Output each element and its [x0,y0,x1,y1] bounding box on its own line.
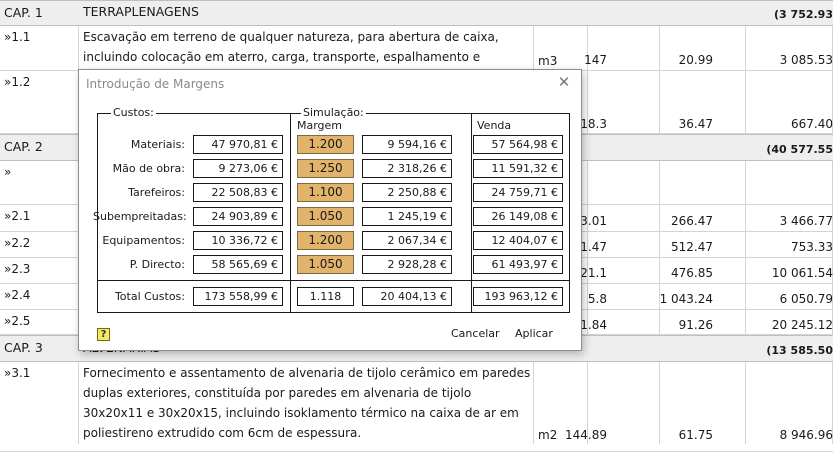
venda-field-p-directo[interactable]: 61 493,97 € [473,255,563,274]
row-total: 3 466.77 [779,214,833,228]
row-code: CAP. 1 [4,5,43,20]
row-code: »1.2 [4,75,31,89]
row-price: 1 043.24 [659,292,713,306]
custo-field-p-directo[interactable]: 58 565,69 € [193,255,283,274]
custo-field-equipamentos[interactable]: 10 336,72 € [193,231,283,250]
row-label-mao-de-obra: Mão de obra: [112,162,185,175]
row-unit: m3 [538,54,558,68]
row-price: 91.26 [678,318,713,332]
margin-input-equipamentos[interactable]: 1.200 [297,231,354,250]
total-label: Total Custos: [114,290,185,303]
row-total: (3 752.93 [774,8,833,21]
row-price: 512.47 [671,240,713,254]
row-label-tarefeiros: Tarefeiros: [128,186,185,199]
sim-field-subempreitadas[interactable]: 1 245,19 € [362,207,452,226]
margin-input-materiais[interactable]: 1.200 [297,135,354,154]
row-quantity: 144.89 [565,428,607,442]
custo-field-materiais[interactable]: 47 970,81 € [193,135,283,154]
row-quantity: 21.1 [580,266,607,280]
venda-field-equipamentos[interactable]: 12 404,07 € [473,231,563,250]
panel-divider [290,114,291,312]
row-code: »2.5 [4,314,31,328]
row-code: »2.1 [4,209,31,223]
sim-field-equipamentos[interactable]: 2 067,34 € [362,231,452,250]
row-total: 667.40 [791,117,833,131]
row-quantity: 18.3 [580,117,607,131]
custos-group-line [289,113,295,114]
margin-input-p-directo[interactable]: 1.050 [297,255,354,274]
margin-input-mao-de-obra[interactable]: 1.250 [297,159,354,178]
row-total: (40 577.55 [766,143,833,156]
row-total: 6 050.79 [779,292,833,306]
close-icon[interactable]: ✕ [555,73,573,91]
panel-divider [98,280,569,281]
row-code: CAP. 3 [4,340,43,355]
row-code: »2.2 [4,236,31,250]
panel-divider [471,114,472,312]
row-description: Fornecimento e assentamento de alvenaria… [83,366,531,440]
custo-field-tarefeiros[interactable]: 22 508,83 € [193,183,283,202]
total-sim-field: 20 404,13 € [362,287,452,306]
row-total: 3 085.53 [779,53,833,67]
venda-label: Venda [475,119,514,132]
custo-field-mao-de-obra[interactable]: 9 273,06 € [193,159,283,178]
row-description: TERRAPLENAGENS [83,4,199,19]
total-venda-field: 193 963,12 € [473,287,563,306]
row-total: (13 585.50 [766,344,833,357]
total-margin-field: 1.118 [297,287,354,306]
sim-field-p-directo[interactable]: 2 928,28 € [362,255,452,274]
chapter-row[interactable]: CAP. 1 TERRAPLENAGENS (3 752.93 [0,0,833,26]
cancel-button[interactable]: Cancelar [451,327,500,340]
row-code: »2.3 [4,262,31,276]
row-price: 476.85 [671,266,713,280]
venda-field-subempreitadas[interactable]: 26 149,08 € [473,207,563,226]
margin-input-subempreitadas[interactable]: 1.050 [297,207,354,226]
venda-field-tarefeiros[interactable]: 24 759,71 € [473,183,563,202]
row-code: »2.4 [4,288,31,302]
row-total: 10 061.54 [771,266,833,280]
row-code: CAP. 2 [4,139,43,154]
row-code: »1.1 [4,30,31,44]
margem-label: Margem [295,119,345,132]
row-label-equipamentos: Equipamentos: [102,234,185,247]
row-code: »3.1 [4,366,31,380]
row-total: 20 245.12 [771,318,833,332]
row-price: 266.47 [671,214,713,228]
venda-field-materiais[interactable]: 57 564,98 € [473,135,563,154]
row-label-materiais: Materiais: [130,138,185,151]
sim-field-mao-de-obra[interactable]: 2 318,26 € [362,159,452,178]
table-row[interactable]: »3.1 Fornecimento e assentamento de alve… [0,362,833,452]
sim-field-tarefeiros[interactable]: 2 250,88 € [362,183,452,202]
table-row[interactable]: »1.1 Escavação em terreno de qualquer na… [0,26,833,84]
row-price: 36.47 [678,117,713,131]
apply-button[interactable]: Aplicar [515,327,553,340]
margins-dialog: Introdução de Margens ✕ Custos: Simulaçã… [78,69,582,351]
row-label-subempreitadas: Subempreitadas: [93,210,187,223]
custos-label: Custos: [111,106,156,119]
row-quantity: 147 [584,53,607,67]
row-quantity: 1.47 [580,240,607,254]
sim-field-materiais[interactable]: 9 594,16 € [362,135,452,154]
row-price: 20.99 [678,53,713,67]
simulacao-label: Simulação: [301,106,366,119]
row-label-p-directo: P. Directo: [129,258,185,271]
total-custo-field: 173 558,99 € [193,287,283,306]
row-code: » [4,165,12,179]
custo-field-subempreitadas[interactable]: 24 903,89 € [193,207,283,226]
row-quantity: 5.8 [587,292,607,306]
row-unit: m2 [538,428,558,442]
venda-field-mao-de-obra[interactable]: 11 591,32 € [473,159,563,178]
margin-input-tarefeiros[interactable]: 1.100 [297,183,354,202]
row-total: 753.33 [791,240,833,254]
dialog-title: Introdução de Margens [86,77,225,91]
row-price: 61.75 [678,428,713,442]
row-total: 8 946.96 [779,428,833,442]
help-icon[interactable]: ? [97,328,110,341]
